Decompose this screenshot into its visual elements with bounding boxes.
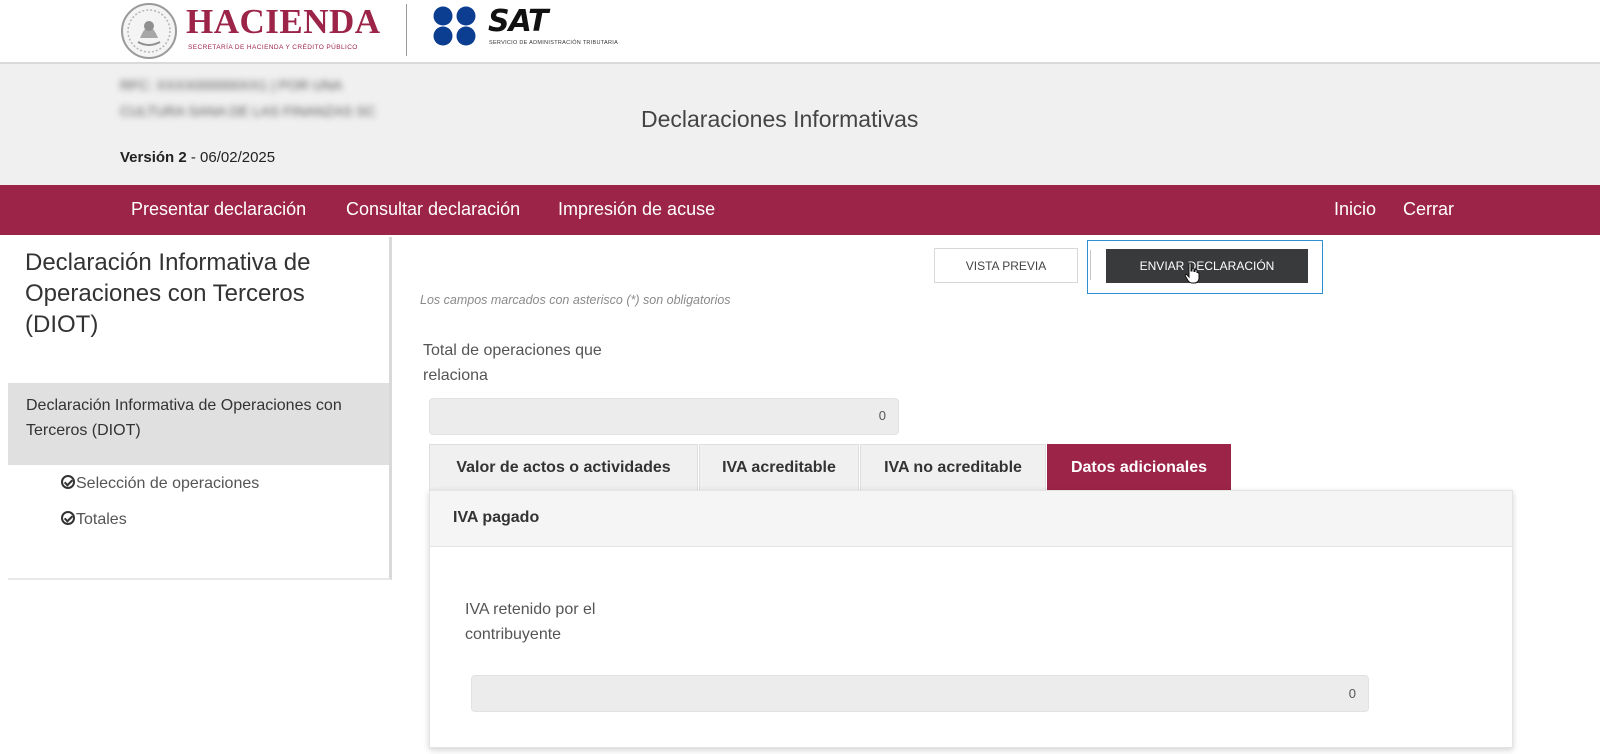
check-circle-icon bbox=[61, 475, 75, 489]
hacienda-logo-subtitle: SECRETARÍA DE HACIENDA Y CRÉDITO PÚBLICO bbox=[188, 44, 358, 51]
page-title: Declaraciones Informativas bbox=[641, 106, 919, 132]
sidebar-section-diot[interactable]: Declaración Informativa de Operaciones c… bbox=[8, 383, 389, 465]
sidebar-section-label: Declaración Informativa de Operaciones c… bbox=[26, 397, 342, 439]
version-info: Versión 2 - 06/02/2025 bbox=[120, 149, 275, 166]
sidebar-item-label: Totales bbox=[76, 511, 127, 528]
nav-cerrar[interactable]: Cerrar bbox=[1403, 199, 1454, 220]
taxpayer-rfc-blurred: RFC: XXXX000000XX1 | POR UNA CULTURA SAN… bbox=[120, 77, 376, 119]
tab-datos-adicionales[interactable]: Datos adicionales bbox=[1047, 444, 1231, 490]
hacienda-logo-text: HACIENDA bbox=[186, 2, 381, 41]
tab-valor-actos[interactable]: Valor de actos o actividades bbox=[429, 444, 698, 490]
nav-consultar-declaracion[interactable]: Consultar declaración bbox=[346, 199, 520, 220]
sat-logo-subtitle: SERVICIO DE ADMINISTRACIÓN TRIBUTARIA bbox=[489, 40, 619, 46]
main-nav: Presentar declaración Consultar declarac… bbox=[0, 185, 1600, 235]
sidebar-item-label: Selección de operaciones bbox=[76, 475, 260, 492]
version-date: 06/02/2025 bbox=[200, 149, 276, 166]
nav-presentar-declaracion[interactable]: Presentar declaración bbox=[131, 199, 306, 220]
iva-retenido-field: 0 bbox=[471, 675, 1369, 712]
nav-impresion-acuse[interactable]: Impresión de acuse bbox=[558, 199, 715, 220]
panel-header: IVA pagado bbox=[430, 491, 1512, 547]
hand-pointer-icon bbox=[1184, 262, 1200, 284]
iva-retenido-label: IVA retenido por el contribuyente bbox=[465, 601, 596, 643]
sidebar: Declaración Informativa de Operaciones c… bbox=[8, 237, 392, 580]
sat-logo-text: SAT bbox=[488, 4, 548, 39]
tab-iva-acreditable[interactable]: IVA acreditable bbox=[699, 444, 859, 490]
header-band: RFC: XXXX000000XX1 | POR UNA CULTURA SAN… bbox=[0, 64, 1600, 185]
total-operaciones-label: Total de operaciones que relaciona bbox=[423, 342, 602, 384]
iva-pagado-panel: IVA pagado IVA retenido por el contribuy… bbox=[429, 490, 1513, 748]
logo-bar: HACIENDA SECRETARÍA DE HACIENDA Y CRÉDIT… bbox=[0, 0, 1600, 64]
sidebar-item-seleccion-operaciones[interactable]: Selección de operaciones bbox=[61, 475, 259, 493]
sidebar-title: Declaración Informativa de Operaciones c… bbox=[25, 249, 311, 338]
total-operaciones-field: 0 bbox=[429, 398, 899, 435]
required-fields-note: Los campos marcados con asterisco (*) so… bbox=[420, 293, 731, 307]
version-label: Versión 2 bbox=[120, 149, 187, 166]
national-seal-icon bbox=[121, 3, 177, 59]
vista-previa-button[interactable]: VISTA PREVIA bbox=[934, 248, 1078, 283]
nav-inicio[interactable]: Inicio bbox=[1334, 199, 1376, 220]
tab-iva-no-acreditable[interactable]: IVA no acreditable bbox=[860, 444, 1046, 490]
panel-title: IVA pagado bbox=[453, 509, 540, 526]
sidebar-item-totales[interactable]: Totales bbox=[61, 511, 127, 529]
logo-divider bbox=[406, 4, 407, 56]
enviar-declaracion-button[interactable]: ENVIAR DECLARACIÓN bbox=[1106, 249, 1308, 283]
version-separator: - bbox=[186, 149, 201, 166]
check-circle-icon bbox=[61, 511, 75, 525]
sat-logo-icon bbox=[433, 6, 476, 46]
